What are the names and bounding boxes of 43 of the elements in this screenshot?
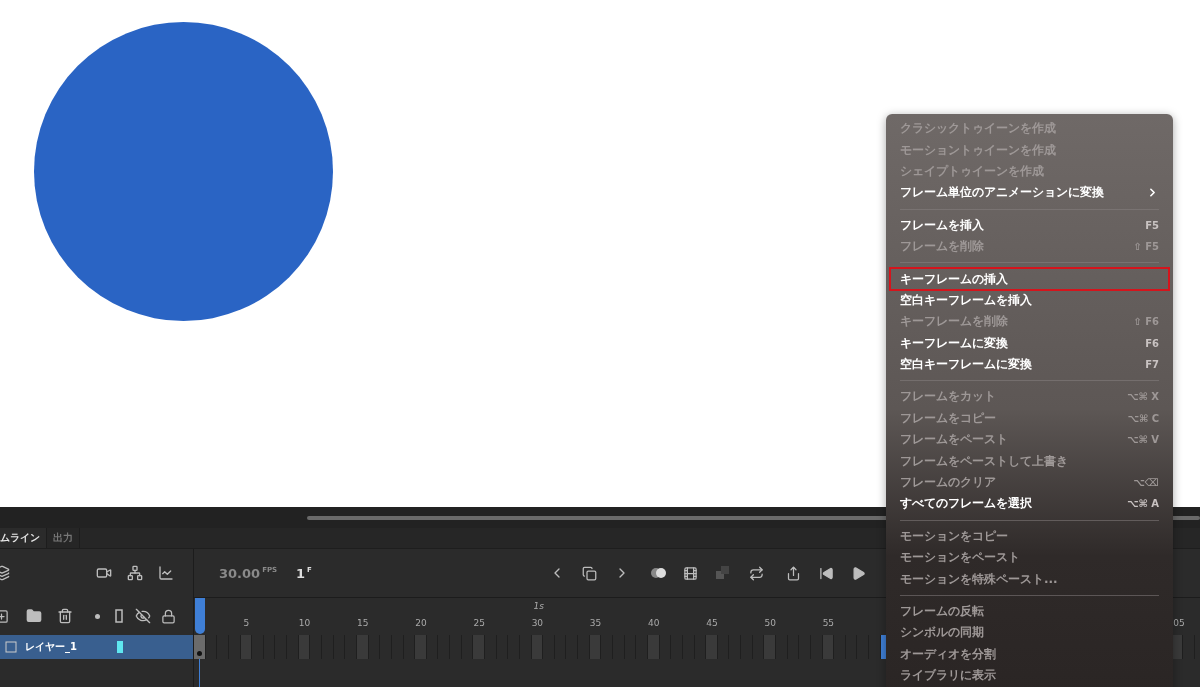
- frame-number: 45: [706, 618, 718, 628]
- menu-item[interactable]: フレーム単位のアニメーションに変換: [890, 182, 1169, 204]
- export-icon[interactable]: [786, 565, 801, 581]
- folder-icon[interactable]: [26, 608, 42, 624]
- menu-item[interactable]: キーフレームに変換 F6: [890, 332, 1169, 354]
- lock-icon[interactable]: [161, 608, 176, 624]
- layer-outline-tag[interactable]: [116, 641, 123, 653]
- keyframe[interactable]: [194, 635, 205, 659]
- menu-item[interactable]: キーフレームの挿入: [890, 268, 1169, 290]
- seconds-label: 1s: [533, 601, 544, 611]
- graph-icon[interactable]: [158, 565, 174, 581]
- menu-item[interactable]: 空白キーフレームに変換 F7: [890, 353, 1169, 376]
- frame-number: 10: [298, 618, 311, 628]
- frame-number: 20: [415, 618, 427, 628]
- trash-icon[interactable]: [57, 608, 73, 624]
- play-icon[interactable]: [851, 565, 866, 581]
- layer-name[interactable]: レイヤー_1: [25, 640, 77, 654]
- frame-number: 55: [822, 618, 835, 628]
- step-back-icon[interactable]: [819, 565, 834, 581]
- frame-number: 5: [243, 618, 250, 628]
- onion-skin-icon[interactable]: [650, 566, 668, 580]
- frame-number: 05: [1173, 618, 1185, 628]
- frame-number: 50: [764, 618, 776, 628]
- menu-item[interactable]: 空白キーフレームを挿入: [890, 289, 1169, 312]
- hierarchy-icon[interactable]: [127, 565, 143, 581]
- frame-number: 35: [589, 618, 602, 628]
- frame-number: 25: [473, 618, 485, 628]
- playhead[interactable]: [195, 598, 205, 634]
- eye-off-icon[interactable]: [135, 608, 151, 624]
- layer-row[interactable]: レイヤー_1: [0, 635, 194, 659]
- menu-item[interactable]: フレームを挿入 F5: [890, 214, 1169, 236]
- outline-icon[interactable]: [115, 609, 123, 623]
- frame-number: 40: [648, 618, 660, 628]
- camera-icon[interactable]: [96, 565, 112, 581]
- dot-icon[interactable]: [95, 613, 100, 619]
- layer-icon: [5, 641, 17, 653]
- loop-icon[interactable]: [749, 565, 764, 581]
- menu-item[interactable]: すべてのフレームを選択 ⌥⌘ A: [890, 493, 1169, 515]
- frame-number: 30: [531, 618, 544, 628]
- panel-tab[interactable]: ムライン: [0, 528, 47, 548]
- keyframe-icon[interactable]: [582, 565, 597, 581]
- frame-number: 15: [357, 618, 369, 628]
- frames-icon[interactable]: [683, 565, 698, 581]
